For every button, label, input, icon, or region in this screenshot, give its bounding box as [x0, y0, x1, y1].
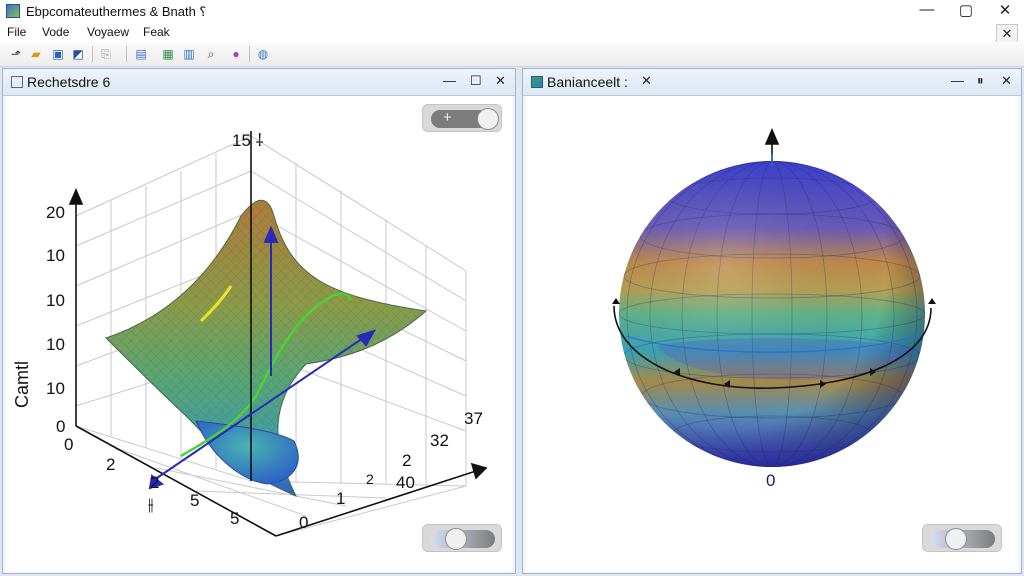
- y-tick: 10: [46, 379, 65, 398]
- globe-icon[interactable]: ◍: [255, 46, 271, 62]
- surface-plot-svg: 15 ⸸ Camtl 20 10 10 10 10 0 0 2 2 5 5 ⫲ …: [12, 131, 488, 537]
- x-tick: 32: [430, 431, 449, 450]
- x-axis-mark: ⫲: [148, 495, 154, 514]
- z-axis-top-label: 15 ⸸: [232, 131, 264, 150]
- toggle-knob: [477, 108, 499, 130]
- app-icon: [6, 4, 20, 18]
- x-tick: 40: [396, 473, 415, 492]
- left-panel-header: Rechetsdre 6 — ☐ ✕: [3, 69, 515, 96]
- pole-axis: [764, 127, 780, 166]
- menu-file[interactable]: File: [7, 25, 26, 39]
- menu-voyaew[interactable]: Voyaew: [87, 25, 129, 39]
- open-folder-icon[interactable]: ▰: [28, 46, 44, 62]
- y-axis-label: Camtl: [12, 361, 32, 408]
- app-title: Ebpcomateuthermes & Bnath ⸮: [26, 4, 207, 19]
- x-tick: 2: [150, 473, 159, 492]
- right-panel-close[interactable]: ✕: [1001, 73, 1012, 89]
- sphere-plot-area[interactable]: 0: [526, 96, 1018, 571]
- x-tick: 0: [299, 513, 308, 532]
- grid-icon[interactable]: ▦: [160, 46, 176, 62]
- menu-bar: File Vode Voyaew Feak: [0, 22, 1024, 42]
- color-icon[interactable]: ●: [228, 46, 244, 62]
- y-tick: 20: [46, 203, 65, 222]
- right-panel-tab-close[interactable]: ✕: [641, 73, 652, 89]
- chart-doc-icon: [531, 76, 543, 88]
- chart-icon[interactable]: ▤: [133, 46, 149, 62]
- y-tick: 10: [46, 246, 65, 265]
- sphere-bottom-label: 0: [766, 471, 775, 490]
- menu-vode[interactable]: Vode: [42, 25, 69, 39]
- save-icon[interactable]: ▣: [50, 46, 66, 62]
- cut-icon[interactable]: ◩: [70, 46, 86, 62]
- toggle-plus-label: +: [443, 109, 452, 126]
- toggle-knob: [945, 528, 967, 550]
- x-tick: 5: [230, 509, 239, 528]
- surface-plot-area[interactable]: 15 ⸸ Camtl 20 10 10 10 10 0 0 2 2 5 5 ⫲ …: [6, 96, 512, 571]
- y-tick: 0: [56, 417, 65, 436]
- x-axis-mark: 2: [366, 471, 374, 487]
- y-tick: 10: [46, 335, 65, 354]
- sphere-plot-panel: Banianceelt : ✕ — ⏸ ✕ 0: [522, 68, 1022, 574]
- x-tick: 0: [64, 435, 73, 454]
- left-panel-title: Rechetsdre 6: [27, 74, 111, 90]
- sphere-toggle-switch[interactable]: [922, 524, 1002, 552]
- left-panel-maximize[interactable]: ☐: [470, 73, 482, 89]
- left-panel-close[interactable]: ✕: [495, 73, 506, 89]
- title-bar: Ebpcomateuthermes & Bnath ⸮ — ▢ ✕: [0, 0, 1024, 22]
- sphere-surface: [619, 161, 925, 467]
- right-panel-header: Banianceelt : ✕ — ⏸ ✕: [523, 69, 1021, 96]
- right-panel-title: Banianceelt :: [547, 74, 628, 90]
- x-tick: 2: [402, 451, 411, 470]
- top-toggle-switch[interactable]: +: [422, 104, 502, 132]
- maximize-button[interactable]: ▢: [954, 1, 978, 19]
- y-tick: 10: [46, 291, 65, 310]
- close-button[interactable]: ✕: [993, 1, 1017, 19]
- y-tick-labels: 20 10 10 10 10 0: [46, 203, 65, 436]
- sphere-plot-svg: 0: [612, 127, 936, 490]
- x-tick: 5: [190, 491, 199, 510]
- toggle-knob: [445, 528, 467, 550]
- x-tick: 1: [336, 489, 345, 508]
- left-panel-minimize[interactable]: —: [443, 73, 456, 88]
- x-tick: 37: [464, 409, 483, 428]
- cursor-icon[interactable]: ⬏: [8, 46, 24, 62]
- surface-mesh: [105, 199, 428, 497]
- bottom-toggle-switch[interactable]: [422, 524, 502, 552]
- surface-plot-panel: Rechetsdre 6 — ☐ ✕ 15 ⸸ Camtl 20 10 10 1…: [2, 68, 516, 574]
- paste-icon[interactable]: ⎘: [98, 46, 114, 62]
- zoom-icon[interactable]: ⌕: [203, 46, 219, 62]
- right-panel-minimize[interactable]: —: [951, 73, 964, 88]
- table-icon[interactable]: ▥: [181, 46, 197, 62]
- menu-feak[interactable]: Feak: [143, 25, 170, 39]
- toolbar: ⬏ ▰ ▣ ◩ ⎘ ▤ ▦ ▥ ⌕ ● ◍: [0, 42, 1024, 67]
- right-panel-maximize[interactable]: ⏸: [977, 73, 984, 89]
- x-tick: 2: [106, 455, 115, 474]
- document-close-button[interactable]: ✕: [996, 24, 1018, 44]
- minimize-button[interactable]: —: [915, 1, 939, 18]
- document-icon: [11, 76, 23, 88]
